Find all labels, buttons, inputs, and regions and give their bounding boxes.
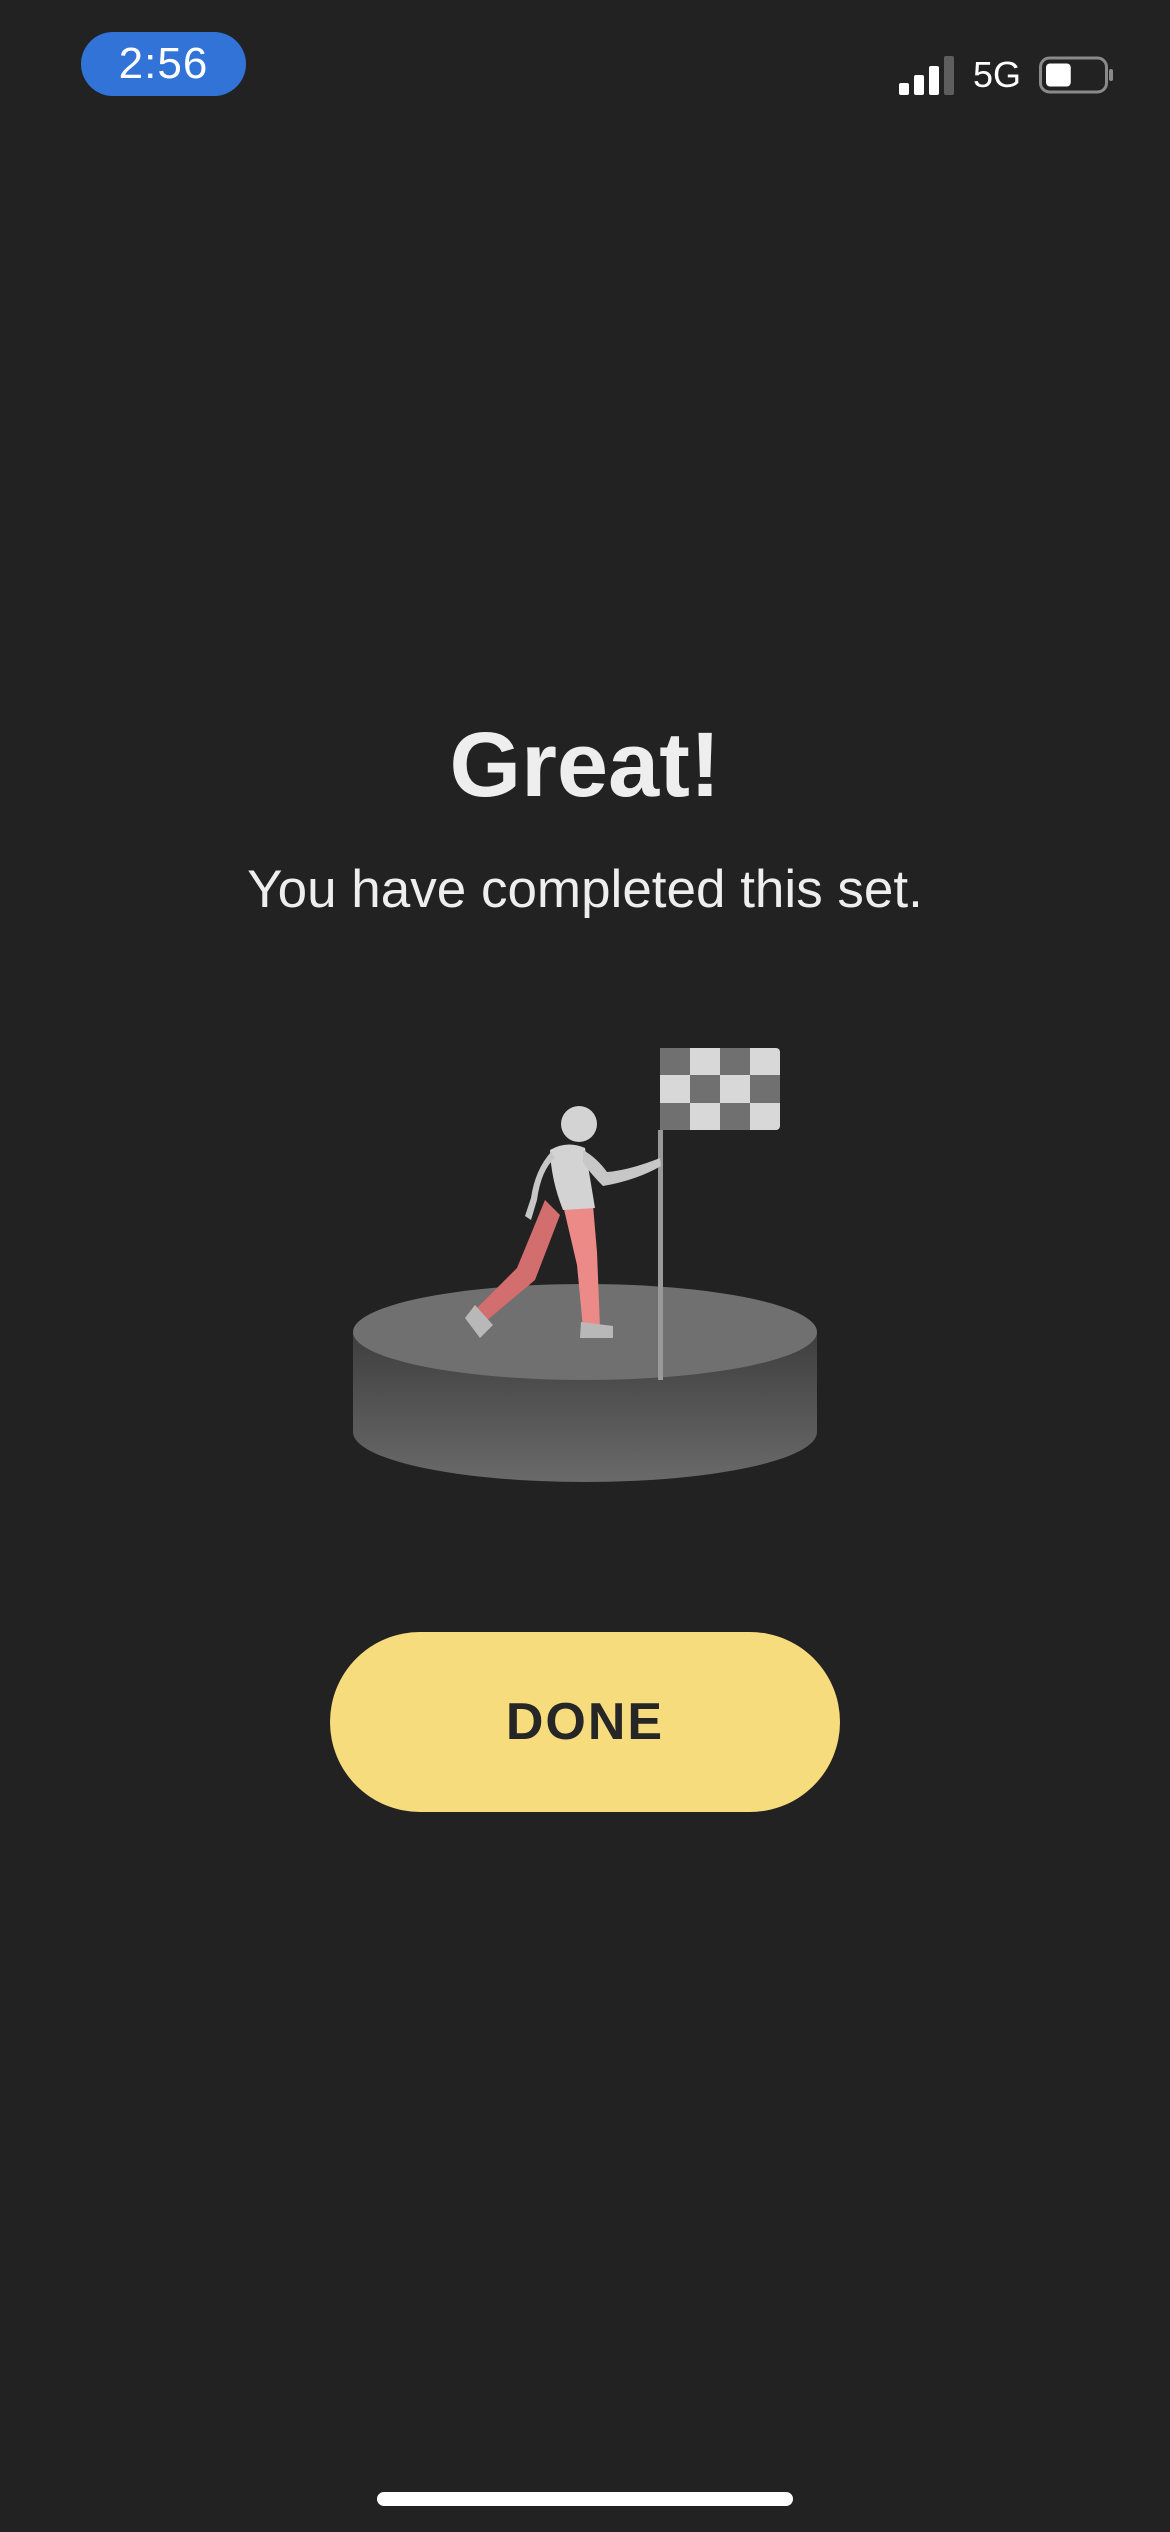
status-time: 2:56 bbox=[81, 32, 246, 96]
cellular-signal-icon bbox=[898, 56, 954, 95]
done-button[interactable]: DONE bbox=[330, 1632, 840, 1812]
battery-icon bbox=[1039, 56, 1113, 94]
completion-title: Great! bbox=[449, 714, 721, 816]
finish-flag-runner-icon bbox=[353, 1048, 817, 1482]
status-indicators: 5G bbox=[898, 50, 1115, 100]
completion-message: You have completed this set. bbox=[247, 860, 923, 919]
home-indicator[interactable] bbox=[377, 2492, 793, 2506]
network-type: 5G bbox=[972, 54, 1021, 95]
